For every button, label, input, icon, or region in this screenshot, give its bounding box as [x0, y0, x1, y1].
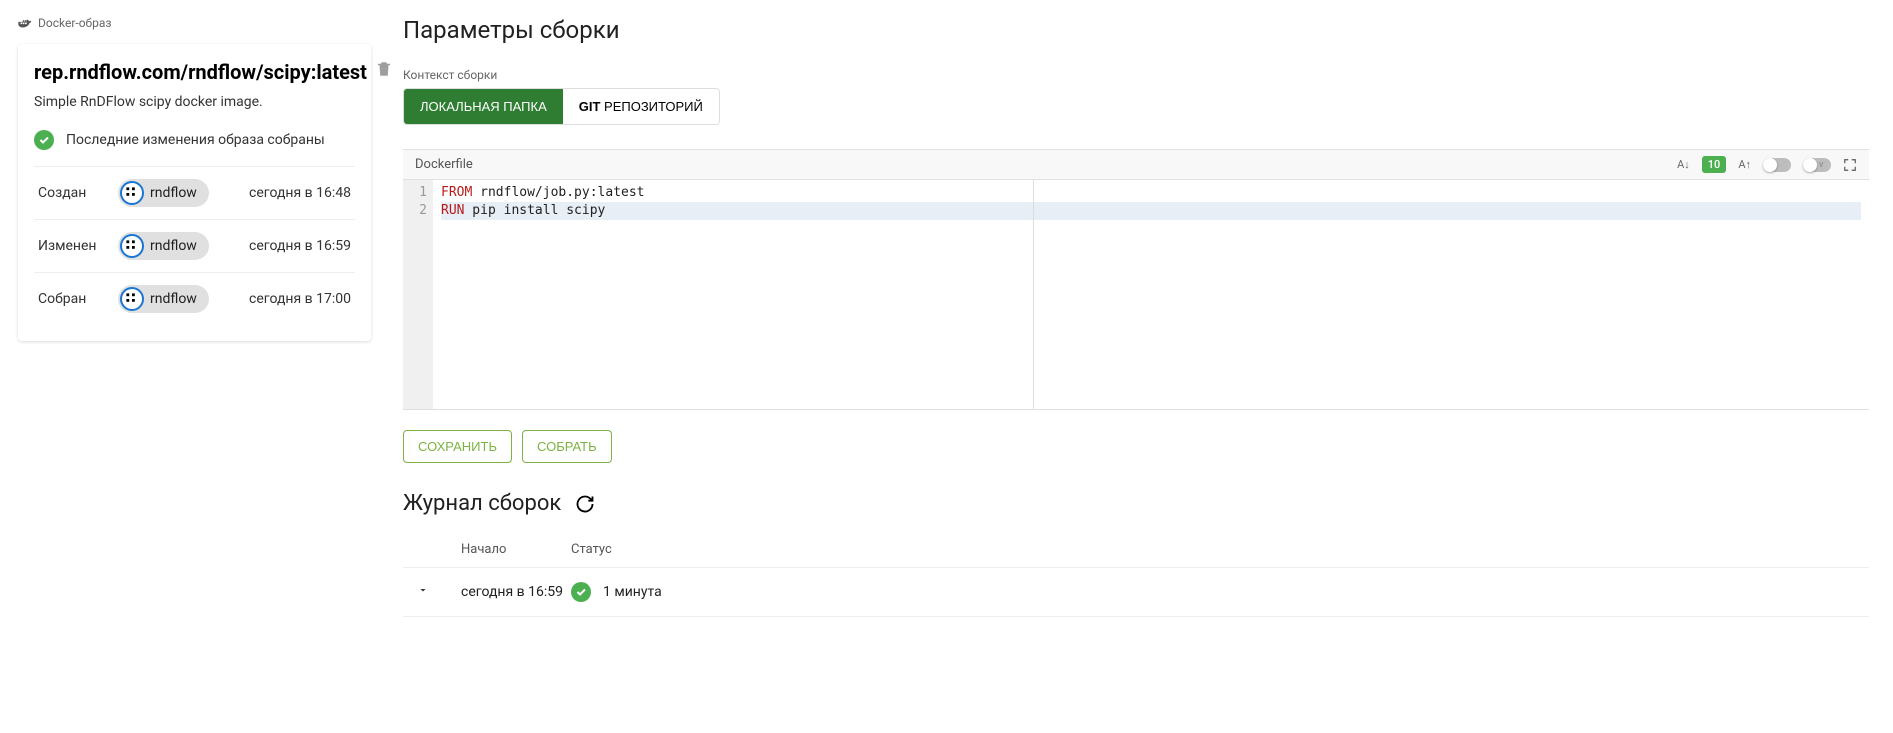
modified-row: Изменен rndflow сегодня в 16:59 [34, 219, 355, 272]
build-params-title: Параметры сборки [403, 16, 1869, 44]
image-card: rep.rndflow.com/rndflow/scipy:latest Sim… [18, 44, 371, 341]
check-circle-icon [34, 130, 54, 150]
delete-icon[interactable] [375, 60, 393, 78]
col-status-header: Статус [571, 542, 1855, 557]
log-row: сегодня в 16:59 1 минута [403, 568, 1869, 617]
user-chip[interactable]: rndflow [118, 179, 209, 207]
font-size-badge: 10 [1702, 156, 1727, 173]
font-decrease-button[interactable]: A↓ [1677, 158, 1690, 171]
modified-time: сегодня в 16:59 [249, 238, 351, 254]
tab-git-repo[interactable]: GIT РЕПОЗИТОРИЙ [563, 89, 719, 124]
avatar [120, 234, 144, 258]
modified-label: Изменен [38, 238, 118, 254]
created-row: Создан rndflow сегодня в 16:48 [34, 166, 355, 219]
line-gutter: 1 2 [403, 180, 433, 409]
font-increase-button[interactable]: A↑ [1738, 158, 1751, 171]
built-time: сегодня в 17:00 [249, 291, 351, 307]
user-name: rndflow [150, 238, 197, 254]
avatar [120, 287, 144, 311]
user-chip[interactable]: rndflow [118, 232, 209, 260]
expand-icon[interactable] [417, 584, 429, 596]
build-context-label: Контекст сборки [403, 68, 1869, 82]
status-text: Последние изменения образа собраны [66, 132, 325, 148]
refresh-icon[interactable] [575, 494, 595, 514]
built-label: Собран [38, 291, 118, 307]
editor-title: Dockerfile [415, 157, 473, 172]
tab-local-folder[interactable]: ЛОКАЛЬНАЯ ПАПКА [404, 89, 563, 124]
user-chip[interactable]: rndflow [118, 285, 209, 313]
docker-icon [18, 18, 32, 28]
save-button[interactable]: СОХРАНИТЬ [403, 430, 512, 463]
editor-ruler [1033, 180, 1034, 409]
vim-toggle[interactable]: v [1803, 158, 1831, 172]
col-start-header: Начало [461, 542, 571, 557]
check-circle-icon [571, 582, 591, 602]
build-button[interactable]: СОБРАТЬ [522, 430, 612, 463]
wrap-toggle[interactable] [1763, 158, 1791, 172]
log-duration: 1 минута [603, 584, 662, 600]
breadcrumb-label: Docker-образ [38, 16, 111, 30]
fullscreen-icon[interactable] [1843, 158, 1857, 172]
avatar [120, 181, 144, 205]
log-start-time: сегодня в 16:59 [461, 584, 571, 600]
breadcrumb: Docker-образ [18, 16, 371, 30]
created-label: Создан [38, 185, 118, 201]
build-log-title: Журнал сборок [403, 491, 561, 516]
built-row: Собран rndflow сегодня в 17:00 [34, 272, 355, 325]
user-name: rndflow [150, 291, 197, 307]
dockerfile-editor: Dockerfile A↓ 10 A↑ v 1 2 FROM rndflow/j… [403, 149, 1869, 410]
created-time: сегодня в 16:48 [249, 185, 351, 201]
build-log-table: Начало Статус сегодня в 16:59 1 минута [403, 532, 1869, 617]
code-editor[interactable]: 1 2 FROM rndflow/job.py:latest RUN pip i… [403, 179, 1869, 409]
user-name: rndflow [150, 185, 197, 201]
image-name: rep.rndflow.com/rndflow/scipy:latest [34, 60, 367, 84]
context-tabs: ЛОКАЛЬНАЯ ПАПКА GIT РЕПОЗИТОРИЙ [403, 88, 720, 125]
image-description: Simple RnDFlow scipy docker image. [34, 94, 355, 110]
build-status-row: Последние изменения образа собраны [34, 130, 355, 150]
code-area[interactable]: FROM rndflow/job.py:latest RUN pip insta… [433, 180, 1869, 409]
